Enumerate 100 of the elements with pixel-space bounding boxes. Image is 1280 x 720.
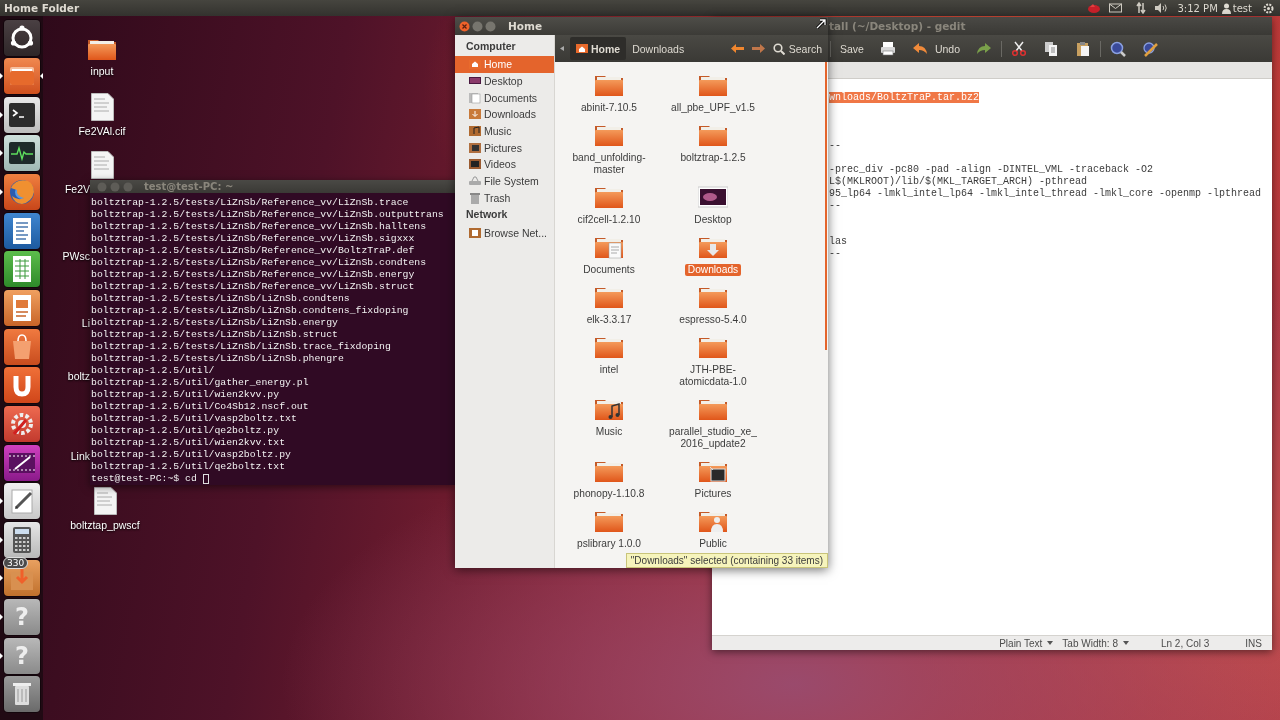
path-button[interactable]: Downloads xyxy=(626,37,691,60)
sidebar-item[interactable]: Trash xyxy=(455,189,554,207)
sidebar-item[interactable]: Documents xyxy=(455,89,554,107)
file-label[interactable]: elk-3.3.17 xyxy=(583,314,635,326)
file-label[interactable]: cif2cell-1.2.10 xyxy=(574,214,644,226)
window-title: Home xyxy=(508,20,543,32)
circle-logo-icon[interactable] xyxy=(4,19,40,56)
pencil-icon[interactable] xyxy=(4,483,40,520)
trash-icon[interactable] xyxy=(4,676,40,713)
file-label[interactable]: Fe2VAl.cif xyxy=(78,125,126,137)
sidebar-item[interactable]: Videos xyxy=(455,156,554,173)
network-icon[interactable] xyxy=(1136,2,1147,14)
tab-width-dropdown[interactable]: Tab Width: 8 xyxy=(1062,637,1129,649)
spreadsheet-icon[interactable] xyxy=(4,251,40,288)
wallpaper-thumbnail-icon xyxy=(698,185,728,209)
file-label[interactable]: band_unfolding- master xyxy=(569,152,649,176)
sidebar-item[interactable]: Desktop xyxy=(455,72,554,90)
text-file-icon[interactable] xyxy=(90,93,114,121)
user-name[interactable]: test xyxy=(1232,2,1252,14)
terminal-line: boltztrap-1.2.5/util/wien2kvv.txt xyxy=(91,437,286,449)
file-label[interactable]: JTH-PBE- atomicdata-1.0 xyxy=(676,364,750,388)
file-label[interactable]: parallel_studio_xe_ 2016_update2 xyxy=(666,426,760,450)
scrollbar[interactable] xyxy=(825,62,827,350)
file-label[interactable]: boltz xyxy=(67,370,90,382)
file-label[interactable]: Music xyxy=(592,426,626,438)
pulse-monitor-icon[interactable] xyxy=(4,135,40,172)
sidebar-heading: Computer xyxy=(465,40,517,54)
globe-icon[interactable] xyxy=(4,174,40,211)
folder-icon xyxy=(594,335,624,359)
file-label[interactable]: Public xyxy=(696,538,730,550)
save-button[interactable]: Save xyxy=(832,37,872,60)
file-label[interactable]: pslibrary 1.0.0 xyxy=(574,538,644,550)
find-replace-icon[interactable] xyxy=(1142,40,1159,57)
file-label[interactable]: Fe2V xyxy=(64,183,90,195)
printer-icon[interactable] xyxy=(879,40,896,57)
terminal-line: boltztrap-1.2.5/util/qe2boltz.txt xyxy=(91,461,286,473)
film-icon[interactable] xyxy=(4,444,40,481)
presentation-icon[interactable] xyxy=(4,290,40,326)
scroll-left-icon[interactable] xyxy=(560,46,564,51)
volume-icon[interactable] xyxy=(1154,2,1169,14)
search-icon xyxy=(772,42,785,55)
user-icon[interactable] xyxy=(1221,2,1231,14)
file-label[interactable]: espresso-5.4.0 xyxy=(676,314,750,326)
search-icon[interactable] xyxy=(1110,40,1127,57)
file-label[interactable]: Pictures xyxy=(691,488,735,500)
folder-icon xyxy=(594,123,624,147)
horseshoe-icon[interactable] xyxy=(4,367,40,404)
sidebar-item[interactable]: Browse Net... xyxy=(455,224,554,241)
home-folder-icon xyxy=(576,43,588,54)
trash-icon xyxy=(469,191,481,204)
document-icon[interactable] xyxy=(4,212,40,249)
sidebar-item[interactable]: Pictures xyxy=(455,139,554,157)
terminal-icon[interactable] xyxy=(4,96,40,133)
terminal-line: boltztrap-1.2.5/util/ xyxy=(91,365,216,377)
file-label[interactable]: phonopy-1.10.8 xyxy=(570,488,648,500)
folder-icon[interactable] xyxy=(87,37,117,61)
calculator-icon[interactable] xyxy=(4,521,40,558)
undo-button[interactable]: Undo xyxy=(903,37,969,60)
close-button[interactable] xyxy=(459,20,470,32)
mail-icon[interactable] xyxy=(1109,3,1123,13)
scissors-icon[interactable] xyxy=(1011,40,1028,57)
file-label[interactable]: intel xyxy=(596,364,622,376)
window-title: test@test-PC: ~ xyxy=(144,181,234,192)
file-label[interactable]: boltztap_pwscf xyxy=(70,519,140,531)
file-label[interactable]: Li xyxy=(81,317,90,329)
gear-icon[interactable] xyxy=(4,405,40,442)
drive-icon xyxy=(469,175,481,188)
file-label[interactable]: Link xyxy=(70,450,90,462)
file-label[interactable]: Documents xyxy=(580,264,638,276)
clock[interactable]: 3:12 PM xyxy=(1177,2,1218,14)
file-label[interactable]: abinit-7.10.5 xyxy=(577,102,641,114)
settings-icon[interactable] xyxy=(1262,1,1275,15)
shopping-bag-icon[interactable] xyxy=(4,328,40,365)
file-label[interactable]: boltztrap-1.2.5 xyxy=(677,152,749,164)
terminal-line: boltztrap-1.2.5/util/wien2kvv.py xyxy=(91,389,281,401)
sidebar-item[interactable]: Music xyxy=(455,122,554,140)
search-button[interactable]: Search xyxy=(770,37,828,60)
sidebar-item[interactable]: File System xyxy=(455,172,554,190)
copy-icon[interactable] xyxy=(1043,40,1060,57)
terminal-line: boltztrap-1.2.5/tests/LiZnSb/Reference_vv/LiZnSb.outputtrans xyxy=(91,209,445,221)
terminal-line: boltztrap-1.2.5/util/Co4Sb12.nscf.out xyxy=(91,401,310,413)
terminal-line: boltztrap-1.2.5/util/vasp2boltz.txt xyxy=(91,413,298,425)
path-button[interactable]: Home xyxy=(570,37,627,60)
caret-icon xyxy=(1122,641,1129,645)
forward-arrow-icon[interactable] xyxy=(751,43,765,54)
file-label[interactable]: Desktop xyxy=(691,214,735,226)
sidebar-item[interactable]: Downloads xyxy=(455,106,554,123)
text-file-icon[interactable] xyxy=(91,151,114,179)
notification-icon[interactable] xyxy=(1087,2,1102,14)
file-label[interactable]: all_pbe_UPF_v1.5 xyxy=(668,102,758,114)
file-label[interactable]: PWsc xyxy=(62,250,90,262)
terminal-line: boltztrap-1.2.5/tests/LiZnSb/LiZnSb.trace_fixdoping xyxy=(91,341,392,353)
launcher-button[interactable]: 330 xyxy=(4,560,40,597)
file-label[interactable]: input xyxy=(90,65,114,77)
folder-icon[interactable] xyxy=(4,58,40,95)
paste-icon[interactable] xyxy=(1075,40,1092,57)
back-arrow-icon[interactable] xyxy=(730,43,744,54)
language-dropdown[interactable]: Plain Text xyxy=(999,637,1054,649)
documents-folder-icon xyxy=(594,235,624,259)
text-file-icon[interactable] xyxy=(93,487,117,515)
